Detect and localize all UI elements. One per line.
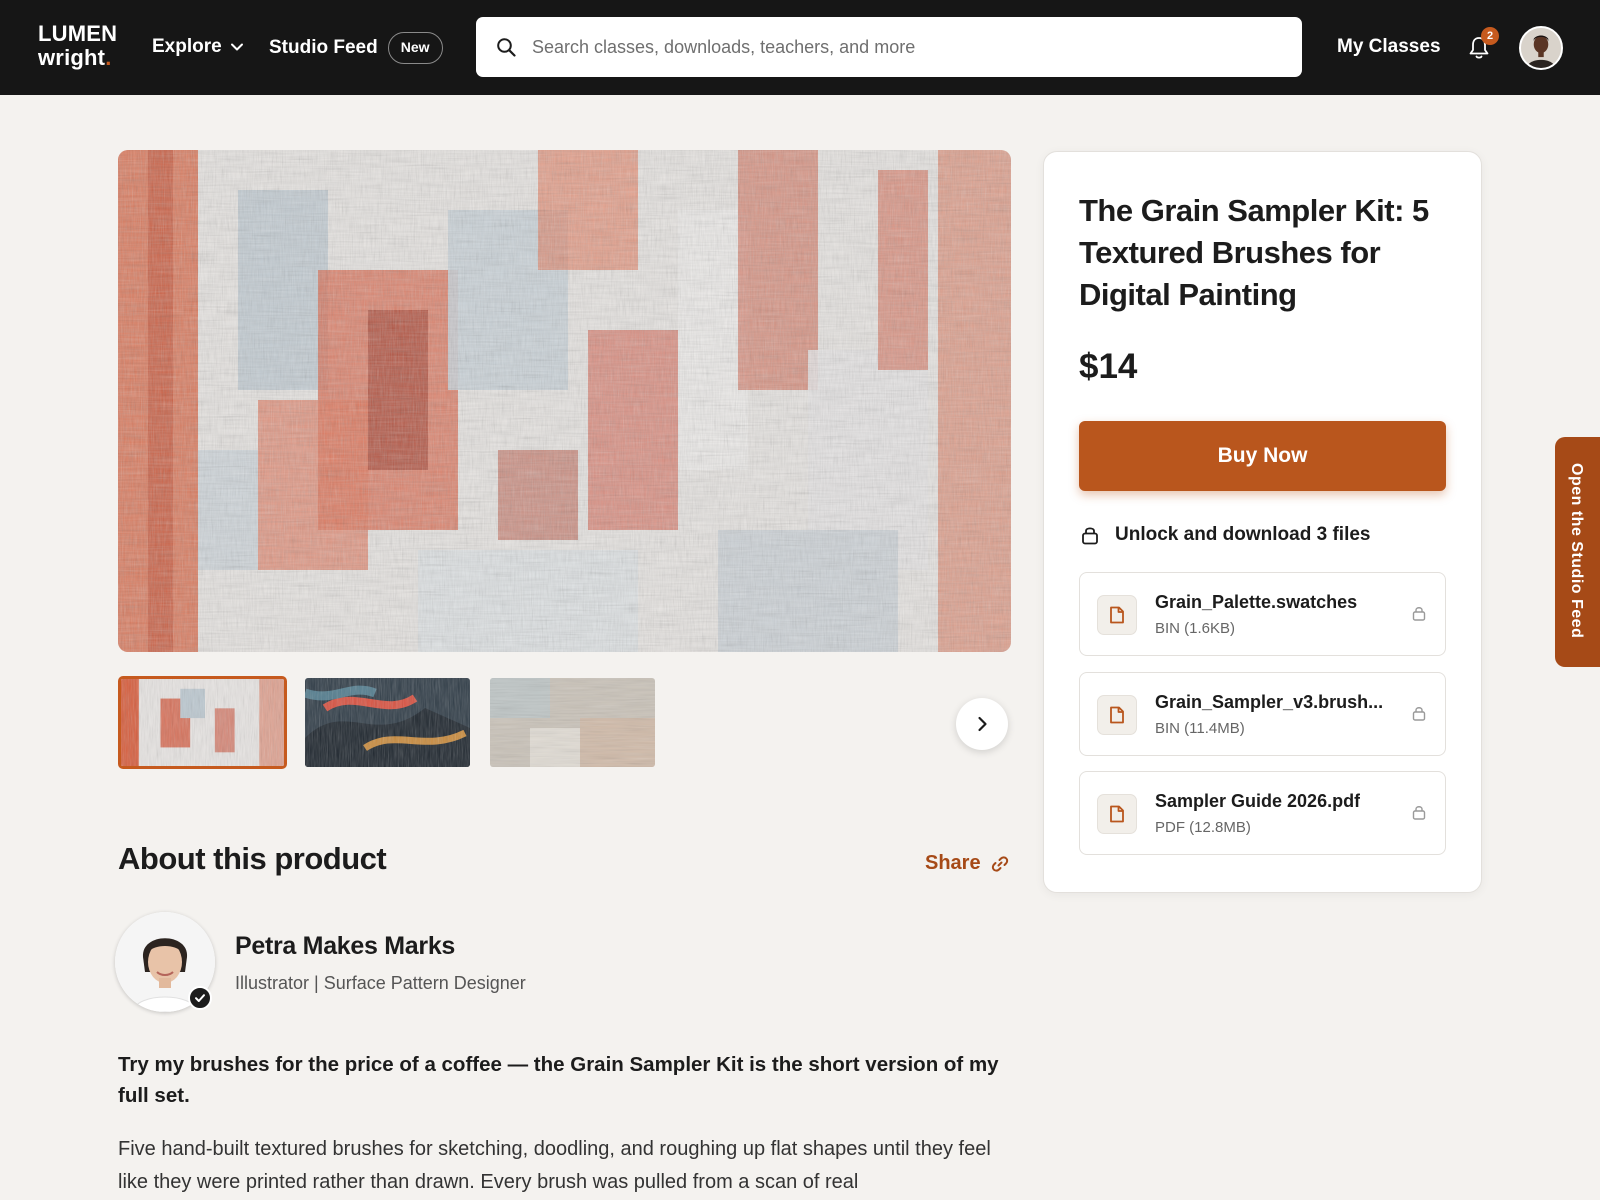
brand-logo[interactable]: LUMEN wright. (38, 22, 117, 70)
brand-logo-dot: . (105, 45, 112, 70)
gallery-thumbnail-2[interactable] (305, 678, 470, 767)
studio-feed-link[interactable]: Studio Feed New (269, 31, 443, 65)
share-label: Share (925, 852, 981, 874)
product-price: $14 (1079, 347, 1138, 386)
new-badge: New (387, 32, 443, 64)
file-name: Sampler Guide 2026.pdf (1155, 791, 1361, 811)
file-item: Sampler Guide 2026.pdf PDF (12.8MB) (1079, 771, 1446, 855)
my-classes-link[interactable]: My Classes (1337, 36, 1441, 58)
notification-count-badge: 2 (1481, 27, 1499, 45)
link-icon (991, 855, 1008, 872)
lock-icon (1412, 707, 1426, 721)
document-icon (1097, 794, 1137, 834)
open-studio-feed-tab[interactable]: Open the Studio Feed (1555, 437, 1600, 667)
verified-badge-icon (188, 986, 212, 1010)
gallery-thumbnail-3[interactable] (490, 678, 655, 767)
product-title: The Grain Sampler Kit: 5 Textured Brushe… (1079, 193, 1429, 312)
file-meta: BIN (1.6KB) (1155, 620, 1236, 637)
file-meta: BIN (11.4MB) (1155, 720, 1245, 737)
about-section-title: About this product (118, 841, 387, 876)
unlock-files-notice: Unlock and download 3 files (1081, 524, 1370, 546)
document-icon (1097, 595, 1137, 635)
search-input[interactable] (532, 17, 1282, 77)
document-icon (1097, 695, 1137, 735)
file-item: Grain_Sampler_v3.brush... BIN (11.4MB) (1079, 672, 1446, 756)
lock-icon (1082, 527, 1098, 545)
side-tab-label: Open the Studio Feed (1568, 463, 1585, 639)
product-lead-text: Try my brushes for the price of a coffee… (118, 1053, 999, 1107)
textured-paint-artwork (118, 150, 1011, 652)
file-item: Grain_Palette.swatches BIN (1.6KB) (1079, 572, 1446, 656)
search-bar[interactable] (476, 17, 1302, 77)
brand-logo-line2: wright (38, 45, 106, 70)
studio-feed-label: Studio Feed (269, 37, 378, 58)
unlock-text: Unlock and download 3 files (1115, 524, 1371, 545)
product-hero-image (118, 150, 1011, 652)
file-name: Grain_Sampler_v3.brush... (1155, 692, 1384, 712)
brand-logo-line1: LUMEN (38, 21, 118, 46)
search-icon (497, 38, 516, 57)
file-meta: PDF (12.8MB) (1155, 819, 1251, 836)
user-avatar-image (1521, 28, 1561, 68)
lock-icon (1412, 806, 1426, 820)
user-avatar[interactable] (1519, 26, 1563, 70)
top-nav-bar: LUMEN wright. Explore Studio Feed New My… (0, 0, 1600, 95)
chevron-down-icon (230, 43, 243, 51)
explore-menu[interactable]: Explore (152, 36, 244, 58)
buy-now-button[interactable]: Buy Now (1079, 421, 1446, 491)
product-description: Five hand-built textured brushes for ske… (118, 1138, 991, 1193)
file-name: Grain_Palette.swatches (1155, 592, 1358, 612)
share-button[interactable]: Share (925, 852, 1009, 875)
lock-icon (1412, 607, 1426, 621)
creator-name[interactable]: Petra Makes Marks (235, 932, 455, 961)
explore-label: Explore (152, 36, 222, 57)
gallery-thumbnail-1[interactable] (118, 676, 287, 769)
chevron-right-icon (978, 716, 987, 732)
carousel-next-button[interactable] (956, 698, 1008, 750)
creator-role: Illustrator | Surface Pattern Designer (235, 973, 526, 993)
